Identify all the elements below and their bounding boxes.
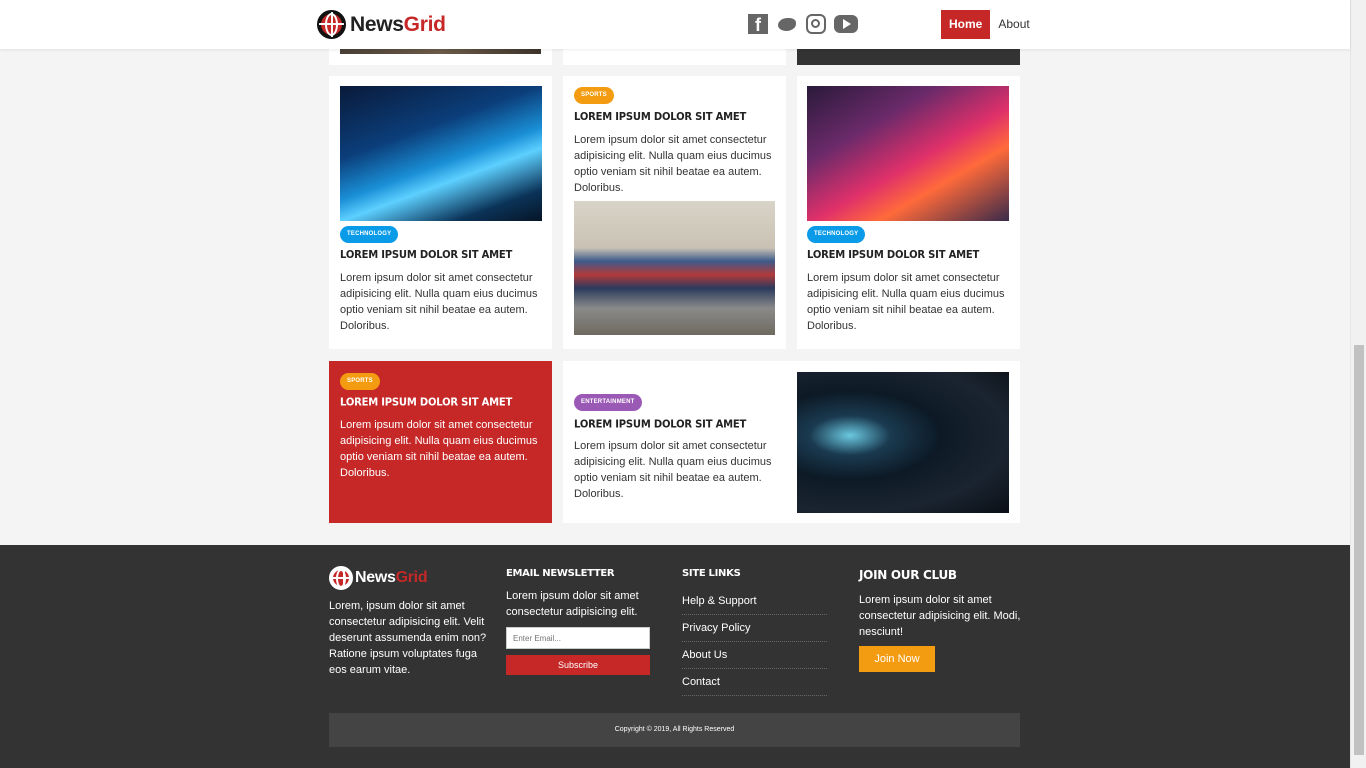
card-title[interactable]: Lorem ipsum dolor sit amet <box>340 396 512 408</box>
social-links <box>748 14 858 36</box>
brand-name: NewsGrid <box>355 569 428 586</box>
news-card-sports: Sports Lorem ipsum dolor sit amet Lorem … <box>563 76 786 349</box>
server-rack-image[interactable] <box>340 86 542 221</box>
subscribe-button[interactable]: Subscribe <box>506 655 650 675</box>
card-excerpt: Lorem ipsum dolor sit amet consectetur a… <box>807 272 1005 332</box>
news-card-entertainment: Entertainment Lorem ipsum dolor sit amet… <box>563 361 1020 523</box>
copyright-bar: Copyright © 2019, All Rights Reserved <box>329 713 1020 747</box>
sitelink-contact[interactable]: Contact <box>682 669 827 696</box>
sitelink-help[interactable]: Help & Support <box>682 588 827 615</box>
news-card-technology: Technology Lorem ipsum dolor sit amet Lo… <box>797 76 1020 349</box>
card-excerpt: Lorem ipsum dolor sit amet consectetur a… <box>340 272 538 332</box>
youtube-icon[interactable] <box>834 15 858 33</box>
nav-about-link[interactable]: About <box>990 10 1037 39</box>
card-excerpt: Lorem ipsum dolor sit amet consectetur a… <box>340 419 538 479</box>
category-badge[interactable]: Entertainment <box>574 394 642 411</box>
category-badge[interactable]: Sports <box>574 87 614 104</box>
laptop-image[interactable] <box>807 86 1009 221</box>
sitelink-privacy[interactable]: Privacy Policy <box>682 615 827 642</box>
email-input[interactable] <box>506 627 650 649</box>
newsletter-text: Lorem ipsum dolor sit amet consectetur a… <box>506 590 639 618</box>
card-title[interactable]: Lorem ipsum dolor sit amet <box>574 418 746 430</box>
footer-logo[interactable]: NewsGrid <box>329 566 428 590</box>
club-heading: Join Our Club <box>859 568 957 582</box>
top-navbar: NewsGrid Home About <box>0 0 1350 49</box>
instagram-icon[interactable] <box>806 14 826 34</box>
sitelinks-heading: Site Links <box>682 568 741 579</box>
card-title[interactable]: Lorem ipsum dolor sit amet <box>574 111 746 123</box>
twitter-icon[interactable] <box>776 14 798 34</box>
news-card-technology: Technology Lorem ipsum dolor sit amet Lo… <box>329 76 552 349</box>
site-footer: NewsGrid Lorem, ipsum dolor sit amet con… <box>0 545 1350 768</box>
brand-logo[interactable]: NewsGrid <box>317 10 446 39</box>
cyclists-image[interactable] <box>574 201 775 335</box>
nav-menu: Home About <box>941 10 1038 39</box>
scrollbar-thumb[interactable] <box>1354 345 1364 755</box>
globe-icon <box>317 10 346 39</box>
category-badge[interactable]: Sports <box>340 373 380 390</box>
club-text: Lorem ipsum dolor sit amet consectetur a… <box>859 594 1021 638</box>
page-scrollbar[interactable] <box>1350 0 1366 768</box>
join-now-button[interactable]: Join Now <box>859 646 935 672</box>
sitelinks-list: Help & Support Privacy Policy About Us C… <box>682 588 827 696</box>
footer-about-text: Lorem, ipsum dolor sit amet consectetur … <box>329 600 487 676</box>
card-excerpt: Lorem ipsum dolor sit amet consectetur a… <box>574 440 772 500</box>
news-card-sports-featured: Sports Lorem ipsum dolor sit amet Lorem … <box>329 361 552 523</box>
globe-icon <box>329 566 353 590</box>
facebook-icon[interactable] <box>748 14 768 36</box>
sitelink-about[interactable]: About Us <box>682 642 827 669</box>
category-badge[interactable]: Technology <box>807 226 866 243</box>
nav-home-link[interactable]: Home <box>941 10 991 39</box>
card-excerpt: Lorem ipsum dolor sit amet consectetur a… <box>574 134 772 194</box>
card-title[interactable]: Lorem ipsum dolor sit amet <box>807 249 979 261</box>
card-title[interactable]: Lorem ipsum dolor sit amet <box>340 249 512 261</box>
newsletter-heading: Email Newsletter <box>506 568 615 579</box>
category-badge[interactable]: Technology <box>340 226 399 243</box>
brand-name: NewsGrid <box>350 12 446 36</box>
camera-image[interactable] <box>797 372 1009 513</box>
